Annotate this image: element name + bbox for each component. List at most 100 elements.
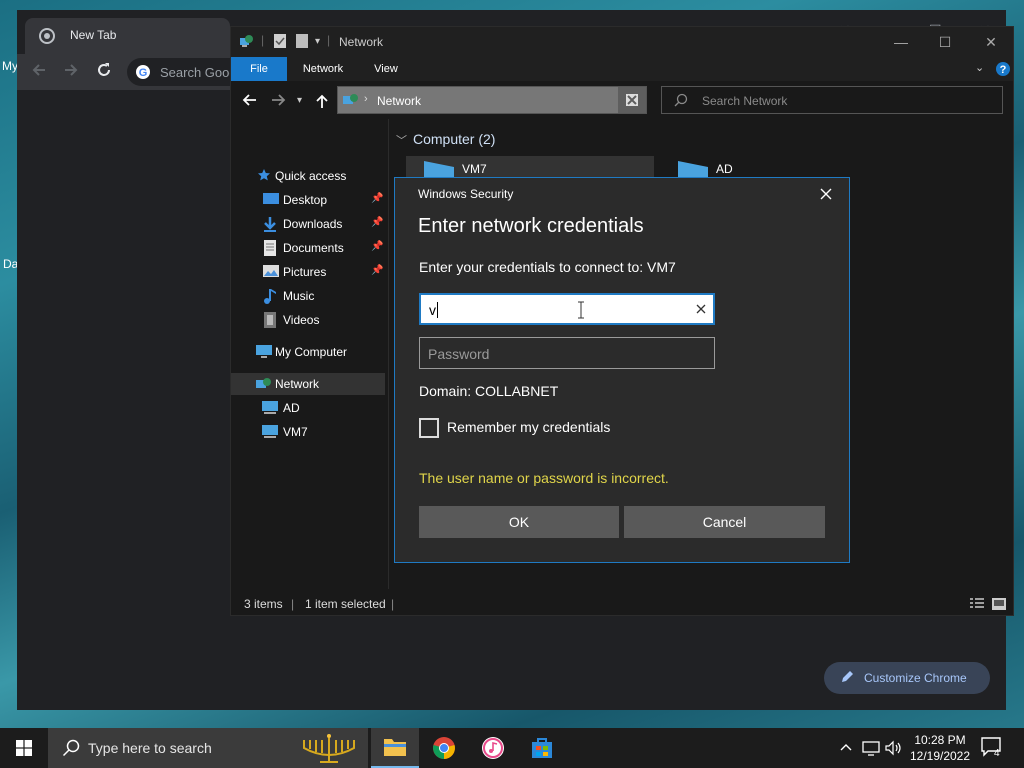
windows-logo-icon [16, 740, 32, 756]
ribbon-tab-network[interactable]: Network [293, 57, 353, 81]
network-location-icon [342, 92, 360, 108]
customize-chrome-button[interactable]: Customize Chrome [824, 662, 990, 694]
username-clear-icon[interactable] [695, 303, 707, 315]
explorer-ribbon: File Network View ⌄ ? [231, 57, 1013, 81]
network-globe-icon [255, 376, 273, 392]
quick-access-dropdown-icon[interactable]: ▾ [315, 36, 320, 47]
nav-item-my-computer[interactable]: My Computer [231, 341, 385, 363]
google-g-icon: G [135, 64, 151, 80]
nav-item-quick-access[interactable]: Quick access [231, 165, 385, 187]
explorer-search-box[interactable]: Search Network [661, 86, 1003, 114]
domain-label: Domain: COLLABNET [419, 383, 559, 399]
search-icon [62, 739, 80, 757]
chrome-tab-title: New Tab [70, 28, 117, 42]
explorer-back-icon[interactable] [241, 93, 257, 107]
ribbon-tab-view[interactable]: View [365, 57, 407, 81]
remember-credentials-label[interactable]: Remember my credentials [447, 419, 610, 435]
explorer-maximize-icon[interactable]: ☐ [923, 31, 967, 53]
itunes-music-icon [482, 737, 504, 759]
dialog-title: Enter network credentials [418, 215, 644, 237]
group-collapse-chevron-icon: ﹀ [396, 135, 407, 147]
explorer-navigation-pane: Quick access Desktop 📌 Downloads 📌 Docum… [231, 119, 389, 589]
pictures-icon [263, 264, 279, 278]
nav-item-vm7[interactable]: VM7 [231, 421, 385, 443]
nav-label-pictures: Pictures [283, 265, 327, 279]
chrome-back-icon[interactable] [31, 62, 47, 78]
desktop-folder-icon [263, 192, 279, 206]
chrome-reload-icon[interactable] [96, 62, 112, 78]
network-tray-icon[interactable] [862, 740, 880, 756]
nav-item-network[interactable]: Network [231, 373, 385, 395]
file-explorer-folder-icon [384, 739, 406, 756]
address-chevron-icon[interactable]: › [364, 93, 368, 105]
titlebar-separator: | [261, 33, 265, 47]
nav-item-downloads[interactable]: Downloads 📌 [231, 213, 385, 235]
explorer-titlebar: | ▾ | Network — ☐ ✕ [231, 27, 1013, 57]
explorer-search-placeholder: Search Network [702, 94, 788, 108]
pencil-icon [840, 670, 854, 684]
explorer-address-bar[interactable]: › Network [337, 86, 647, 114]
status-selected-count: 1 item selected [305, 597, 386, 611]
nav-item-desktop[interactable]: Desktop 📌 [231, 189, 385, 211]
nav-label-music: Music [283, 289, 315, 303]
taskbar-chrome[interactable] [420, 728, 468, 768]
password-input[interactable]: Password [419, 337, 715, 369]
status-item-count: 3 items [244, 597, 283, 611]
nav-label-videos: Videos [283, 313, 320, 327]
help-icon[interactable]: ? [995, 61, 1011, 77]
remember-credentials-checkbox[interactable] [419, 418, 439, 438]
taskbar-clock[interactable]: 10:28 PM 12/19/2022 [906, 732, 974, 764]
pin-icon[interactable]: 📌 [371, 265, 383, 276]
explorer-forward-icon[interactable] [271, 93, 287, 107]
large-icons-view-icon[interactable] [991, 597, 1007, 611]
up-arrow-icon[interactable] [315, 93, 329, 109]
nav-item-documents[interactable]: Documents 📌 [231, 237, 385, 259]
dialog-prompt: Enter your credentials to connect to: VM… [419, 259, 676, 275]
cancel-button[interactable]: Cancel [624, 506, 825, 538]
address-clear-icon[interactable] [618, 87, 646, 113]
nav-item-ad[interactable]: AD [231, 397, 385, 419]
pin-icon[interactable]: 📌 [371, 193, 383, 204]
nav-item-videos[interactable]: Videos [231, 309, 385, 331]
nav-item-pictures[interactable]: Pictures 📌 [231, 261, 385, 283]
chrome-tab-new-tab[interactable]: New Tab [25, 18, 230, 54]
show-hidden-icons-chevron-icon[interactable] [840, 740, 852, 754]
computer-item-label-ad: AD [716, 162, 733, 176]
explorer-minimize-icon[interactable]: — [879, 31, 923, 53]
customize-chrome-label: Customize Chrome [864, 671, 967, 685]
details-view-icon[interactable] [969, 597, 985, 611]
text-caret [437, 302, 438, 318]
nav-label-documents: Documents [283, 241, 344, 255]
desktop-icon-label-my: My [2, 59, 18, 73]
nav-item-music[interactable]: Music [231, 285, 385, 307]
start-button[interactable] [0, 728, 48, 768]
action-center-icon[interactable]: 4 [980, 736, 1002, 759]
ribbon-expand-chevron-icon[interactable]: ⌄ [975, 61, 984, 74]
taskbar-itunes[interactable] [469, 728, 517, 768]
nav-label-network: Network [275, 377, 320, 391]
group-header-computer[interactable]: ﹀ Computer (2) [396, 131, 495, 148]
recent-locations-chevron-icon[interactable]: ▾ [297, 95, 302, 106]
taskbar-microsoft-store[interactable] [518, 728, 566, 768]
taskbar-search-box[interactable]: Type here to search [48, 728, 368, 768]
dialog-close-icon[interactable] [811, 182, 841, 206]
windows-security-dialog: Windows Security Enter network credentia… [394, 177, 850, 563]
ok-button[interactable]: OK [419, 506, 619, 538]
nav-label-downloads: Downloads [283, 217, 343, 231]
clock-time: 10:28 PM [914, 733, 966, 747]
nav-label-vm7: VM7 [283, 425, 308, 439]
pin-icon[interactable]: 📌 [371, 217, 383, 228]
ribbon-tab-file[interactable]: File [231, 57, 287, 81]
volume-speaker-icon[interactable] [884, 740, 902, 756]
properties-icon[interactable] [273, 33, 287, 49]
group-header-label: Computer (2) [413, 131, 496, 147]
pin-icon[interactable]: 📌 [371, 241, 383, 252]
menorah-icon[interactable] [300, 732, 358, 764]
network-globe-icon [239, 33, 255, 49]
new-folder-icon[interactable] [295, 33, 309, 49]
downloads-arrow-icon [263, 216, 277, 232]
chrome-forward-icon[interactable] [63, 62, 79, 78]
taskbar-file-explorer[interactable] [371, 728, 419, 768]
username-input[interactable]: v [419, 293, 715, 325]
explorer-close-icon[interactable]: ✕ [969, 31, 1013, 53]
